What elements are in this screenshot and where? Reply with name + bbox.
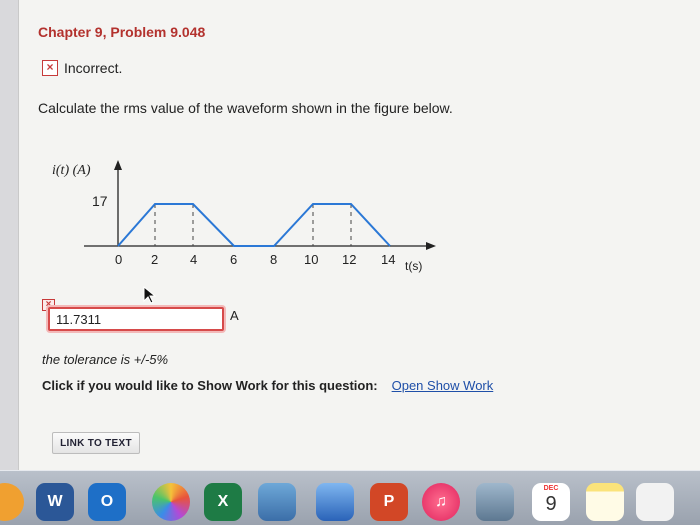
waveform-line bbox=[117, 203, 391, 247]
dock: W O X P ♫ DEC 9 bbox=[0, 470, 700, 525]
calendar-icon[interactable]: DEC 9 bbox=[532, 483, 570, 521]
answer-input[interactable] bbox=[48, 307, 224, 331]
status-text: Incorrect. bbox=[64, 60, 123, 76]
reminders-icon[interactable] bbox=[636, 483, 674, 521]
tick-label-6: 6 bbox=[230, 252, 237, 267]
notes-icon[interactable] bbox=[586, 483, 624, 521]
open-show-work-link[interactable]: Open Show Work bbox=[392, 378, 494, 393]
tick-label-4: 4 bbox=[190, 252, 197, 267]
tick-label-14: 14 bbox=[381, 252, 395, 267]
preview-icon[interactable] bbox=[258, 483, 296, 521]
x-axis-arrow bbox=[426, 242, 436, 250]
photos-icon[interactable] bbox=[152, 483, 190, 521]
x-axis-label: t(s) bbox=[405, 259, 422, 273]
mouse-cursor-icon bbox=[143, 286, 157, 304]
calendar-day: 9 bbox=[545, 493, 557, 515]
show-work-row: Click if you would like to Show Work for… bbox=[42, 378, 493, 393]
excel-icon[interactable]: X bbox=[204, 483, 242, 521]
photo-app-icon[interactable] bbox=[476, 483, 514, 521]
waveform-figure: i(t) (A) 17 0 2 4 6 8 10 12 14 t(s) bbox=[40, 150, 460, 290]
show-work-label: Click if you would like to Show Work for… bbox=[42, 378, 378, 393]
tick-label-2: 2 bbox=[151, 252, 158, 267]
tick-label-8: 8 bbox=[270, 252, 277, 267]
y-axis-label: i(t) (A) bbox=[52, 163, 91, 178]
tick-label-10: 10 bbox=[304, 252, 318, 267]
itunes-icon[interactable]: ♫ bbox=[422, 483, 460, 521]
link-to-text-button[interactable]: LINK TO TEXT bbox=[52, 432, 140, 454]
outlook-icon[interactable]: O bbox=[88, 483, 126, 521]
word-icon[interactable]: W bbox=[36, 483, 74, 521]
status-row: × Incorrect. bbox=[42, 60, 122, 76]
problem-title: Chapter 9, Problem 9.048 bbox=[38, 24, 206, 40]
answer-unit: A bbox=[230, 308, 239, 323]
waveform-svg: i(t) (A) 17 0 2 4 6 8 10 12 14 t(s) bbox=[52, 160, 436, 273]
question-text: Calculate the rms value of the waveform … bbox=[38, 100, 453, 116]
powerpoint-icon[interactable]: P bbox=[370, 483, 408, 521]
incorrect-x-icon: × bbox=[42, 60, 58, 76]
tick-label-12: 12 bbox=[342, 252, 356, 267]
xcode-icon[interactable] bbox=[316, 483, 354, 521]
tolerance-text: the tolerance is +/-5% bbox=[42, 352, 169, 367]
dock-app-partial-icon[interactable] bbox=[0, 483, 24, 521]
peak-label: 17 bbox=[92, 193, 108, 209]
tick-label-0: 0 bbox=[115, 252, 122, 267]
calendar-month: DEC bbox=[543, 485, 559, 492]
